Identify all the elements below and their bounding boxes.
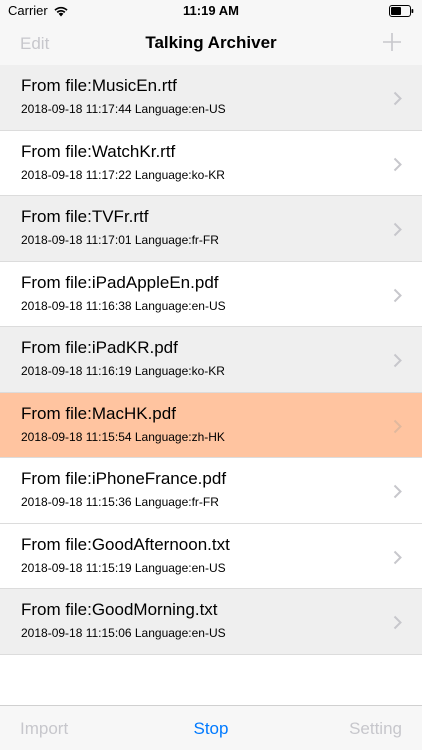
- stop-button[interactable]: Stop: [194, 719, 229, 739]
- list-item-selected[interactable]: From file:MacHK.pdf 2018-09-18 11:15:54 …: [0, 392, 422, 458]
- item-title: From file:iPadAppleEn.pdf: [21, 272, 219, 292]
- item-title: From file:MusicEn.rtf: [21, 76, 177, 95]
- item-subtitle: 2018-09-18 11:16:38 Language:en-US: [21, 298, 226, 313]
- chevron-right-icon: [393, 288, 402, 302]
- nav-bar: Edit Talking Archiver: [0, 22, 422, 66]
- item-subtitle: 2018-09-18 11:15:19 Language:en-US: [21, 560, 226, 575]
- bottom-toolbar: Import Stop Setting: [0, 705, 422, 750]
- item-subtitle: 2018-09-18 11:16:19 Language:ko-KR: [21, 364, 225, 378]
- list-item[interactable]: From file:iPadAppleEn.pdf 2018-09-18 11:…: [0, 261, 422, 327]
- item-title: From file:MacHK.pdf: [21, 403, 176, 423]
- item-title: From file:GoodMorning.txt: [21, 600, 218, 619]
- status-time: 11:19 AM: [183, 3, 239, 18]
- battery-icon: [389, 5, 414, 17]
- item-title: From file:WatchKr.rtf: [21, 141, 176, 161]
- item-title: From file:iPadKR.pdf: [21, 338, 178, 357]
- item-subtitle: 2018-09-18 11:17:44 Language:en-US: [21, 102, 226, 116]
- item-subtitle: 2018-09-18 11:17:01 Language:fr-FR: [21, 233, 219, 247]
- plus-icon[interactable]: [382, 32, 402, 52]
- list-item[interactable]: From file:iPhoneFrance.pdf 2018-09-18 11…: [0, 458, 422, 524]
- item-subtitle: 2018-09-18 11:17:22 Language:ko-KR: [21, 167, 225, 182]
- chevron-right-icon: [393, 419, 402, 433]
- list-item[interactable]: From file:GoodMorning.txt 2018-09-18 11:…: [0, 589, 422, 655]
- page-title: Talking Archiver: [145, 33, 277, 52]
- item-subtitle: 2018-09-18 11:15:54 Language:zh-HK: [21, 429, 225, 444]
- setting-button[interactable]: Setting: [349, 719, 402, 739]
- chevron-right-icon: [393, 615, 402, 630]
- screen: Carrier 11:19 AM Edit Talking Archiver F…: [0, 0, 422, 750]
- list-item[interactable]: From file:MusicEn.rtf 2018-09-18 11:17:4…: [0, 65, 422, 131]
- item-subtitle: 2018-09-18 11:15:06 Language:en-US: [21, 626, 226, 640]
- list-item[interactable]: From file:TVFr.rtf 2018-09-18 11:17:01 L…: [0, 196, 422, 262]
- item-title: From file:iPhoneFrance.pdf: [21, 469, 227, 488]
- chevron-right-icon: [393, 484, 402, 499]
- chevron-right-icon: [393, 91, 402, 106]
- chevron-right-icon: [393, 222, 402, 237]
- item-subtitle: 2018-09-18 11:15:36 Language:fr-FR: [21, 495, 219, 509]
- archive-list: From file:MusicEn.rtf 2018-09-18 11:17:4…: [0, 65, 422, 655]
- chevron-right-icon: [393, 550, 402, 564]
- item-title: From file:GoodAfternoon.txt: [21, 534, 230, 554]
- list-item[interactable]: From file:GoodAfternoon.txt 2018-09-18 1…: [0, 523, 422, 589]
- list-item[interactable]: From file:iPadKR.pdf 2018-09-18 11:16:19…: [0, 327, 422, 393]
- chevron-right-icon: [393, 157, 402, 171]
- status-bar: Carrier 11:19 AM: [0, 0, 422, 22]
- item-title: From file:TVFr.rtf: [21, 207, 149, 226]
- list-item[interactable]: From file:WatchKr.rtf 2018-09-18 11:17:2…: [0, 130, 422, 196]
- chevron-right-icon: [393, 353, 402, 368]
